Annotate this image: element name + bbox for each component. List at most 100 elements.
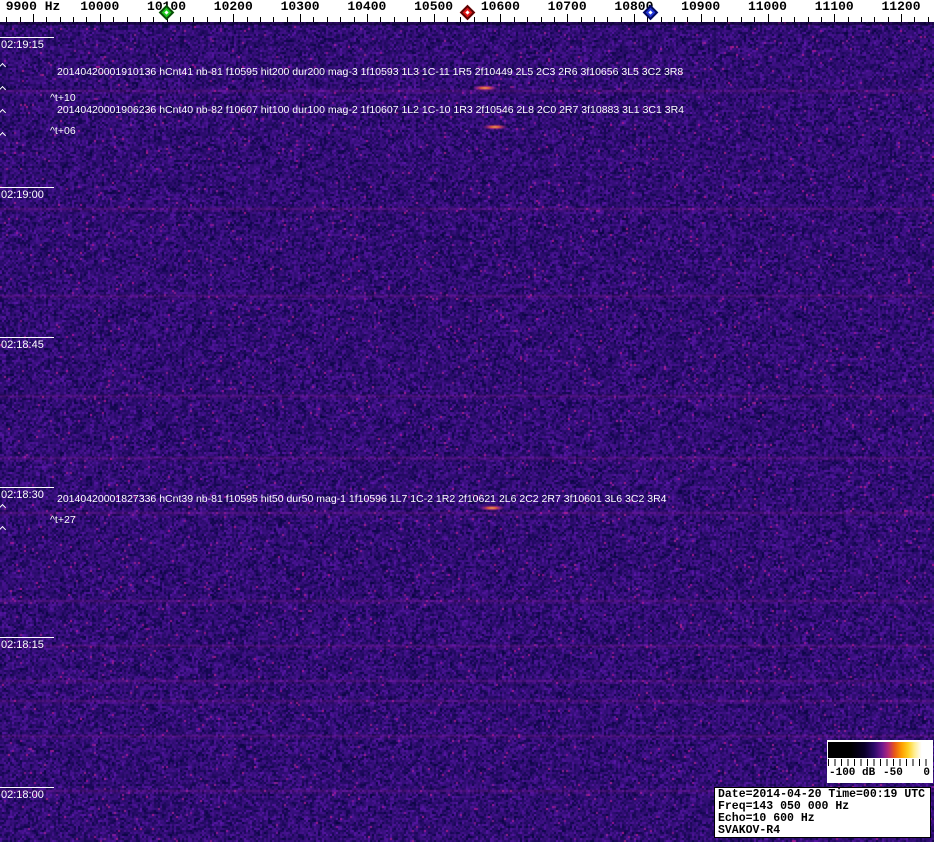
freq-label: 10300	[280, 0, 320, 14]
ruler-tick	[193, 17, 195, 22]
ruler-tick	[473, 17, 475, 22]
ruler-tick	[260, 17, 261, 22]
time-tick-line	[0, 337, 54, 338]
ruler-tick	[393, 17, 395, 22]
time-label: 02:18:00	[1, 789, 44, 801]
ruler-tick	[33, 14, 34, 22]
ruler-tick	[513, 17, 515, 22]
ruler-tick	[313, 17, 315, 22]
ruler-tick	[593, 17, 595, 22]
detection-annotation: ^t+10	[50, 92, 76, 104]
ruler-tick	[914, 17, 916, 22]
ruler-tick	[220, 17, 221, 22]
ruler-tick	[447, 17, 448, 22]
info-box: Date=2014-04-20 Time=00:19 UTC Freq=143 …	[714, 787, 931, 838]
ruler-tick	[767, 14, 769, 22]
ruler-tick	[567, 14, 569, 22]
ruler-tick	[99, 14, 101, 22]
color-scale-labels: -100 dB -50 0	[827, 767, 933, 781]
time-tick-line	[0, 637, 54, 638]
time-label: 02:18:30	[1, 489, 44, 501]
green-marker-center-dot	[164, 10, 169, 15]
scale-mid-label: -50	[883, 767, 903, 779]
ruler-tick	[326, 17, 328, 22]
ruler-tick	[500, 14, 502, 22]
ruler-tick	[887, 17, 889, 22]
ruler-tick	[794, 17, 796, 22]
ruler-tick	[113, 17, 115, 22]
freq-label: 10200	[213, 0, 253, 14]
detection-annotation: 20140420001827336 hCnt39 nb-81 f10595 hi…	[57, 493, 667, 505]
ruler-tick	[874, 17, 876, 22]
scale-max-label: 0	[923, 767, 930, 779]
ruler-tick	[754, 17, 756, 22]
ruler-tick	[246, 17, 248, 22]
time-label: 02:19:00	[1, 189, 44, 201]
blue-marker-center-dot	[648, 10, 653, 15]
ruler-tick	[126, 17, 128, 22]
ruler-tick	[700, 14, 702, 22]
ruler-tick	[340, 17, 342, 22]
ruler-tick	[59, 17, 61, 22]
ruler-tick	[834, 14, 836, 22]
ruler-tick	[674, 17, 675, 22]
ruler-tick	[406, 17, 408, 22]
detection-annotation: 20140420001910136 hCnt41 nb-81 f10595 hi…	[57, 66, 684, 78]
time-label: 02:18:15	[1, 639, 44, 651]
ruler-tick	[86, 17, 88, 22]
ruler-tick	[861, 17, 862, 22]
freq-label: 10400	[347, 0, 387, 14]
freq-label: 10900	[681, 0, 721, 14]
time-tick-line	[0, 37, 54, 38]
speclab-waterfall-screen: 9900 Hz100001010010200103001040010500106…	[0, 0, 934, 842]
color-scale: -100 dB -50 0	[827, 740, 933, 783]
ruler-tick	[380, 17, 382, 22]
ruler-tick	[420, 17, 422, 22]
ruler-tick	[19, 17, 21, 22]
ruler-tick	[714, 17, 716, 22]
ruler-tick	[233, 14, 235, 22]
detection-annotation: 20140420001906236 hCnt40 nb-82 f10607 hi…	[57, 104, 685, 116]
ruler-tick	[580, 17, 582, 22]
ruler-tick	[927, 17, 929, 22]
scale-min-label: -100 dB	[829, 767, 876, 779]
freq-label: 10600	[480, 0, 520, 14]
frequency-ruler[interactable]: 9900 Hz100001010010200103001040010500106…	[0, 0, 934, 22]
time-tick-line	[0, 487, 54, 488]
ruler-tick	[46, 17, 48, 22]
ruler-tick	[366, 14, 368, 22]
ruler-tick	[727, 17, 729, 22]
ruler-tick	[460, 17, 462, 22]
time-tick-line	[0, 787, 54, 788]
detection-annotation: ^t+27	[50, 514, 76, 526]
ruler-tick	[807, 17, 809, 22]
ruler-tick	[820, 17, 822, 22]
time-label: 02:19:15	[1, 39, 44, 51]
time-tick-line	[0, 187, 54, 188]
ruler-tick	[487, 17, 488, 22]
ruler-tick	[780, 17, 782, 22]
ruler-tick	[660, 17, 662, 22]
ruler-tick	[273, 17, 275, 22]
ruler-tick	[847, 17, 849, 22]
freq-label: 10700	[547, 0, 587, 14]
freq-label: 10800	[614, 0, 654, 14]
ruler-tick	[286, 17, 288, 22]
ruler-tick	[553, 17, 555, 22]
ruler-tick	[353, 17, 355, 22]
ruler-tick	[6, 17, 8, 22]
red-marker-center-dot	[464, 10, 470, 15]
freq-label: 10000	[80, 0, 120, 14]
ruler-tick	[687, 17, 689, 22]
spectrogram-canvas[interactable]	[0, 22, 934, 842]
ruler-tick	[179, 17, 181, 22]
ruler-tick	[607, 17, 609, 22]
freq-label: 11200	[881, 0, 921, 14]
ruler-tick	[620, 17, 622, 22]
time-label: 02:18:45	[1, 339, 44, 351]
ruler-tick	[633, 14, 635, 22]
ruler-tick	[300, 14, 302, 22]
color-scale-gradient[interactable]	[828, 742, 932, 758]
ruler-tick	[740, 17, 742, 22]
detection-annotation: ^t+06	[50, 125, 76, 137]
